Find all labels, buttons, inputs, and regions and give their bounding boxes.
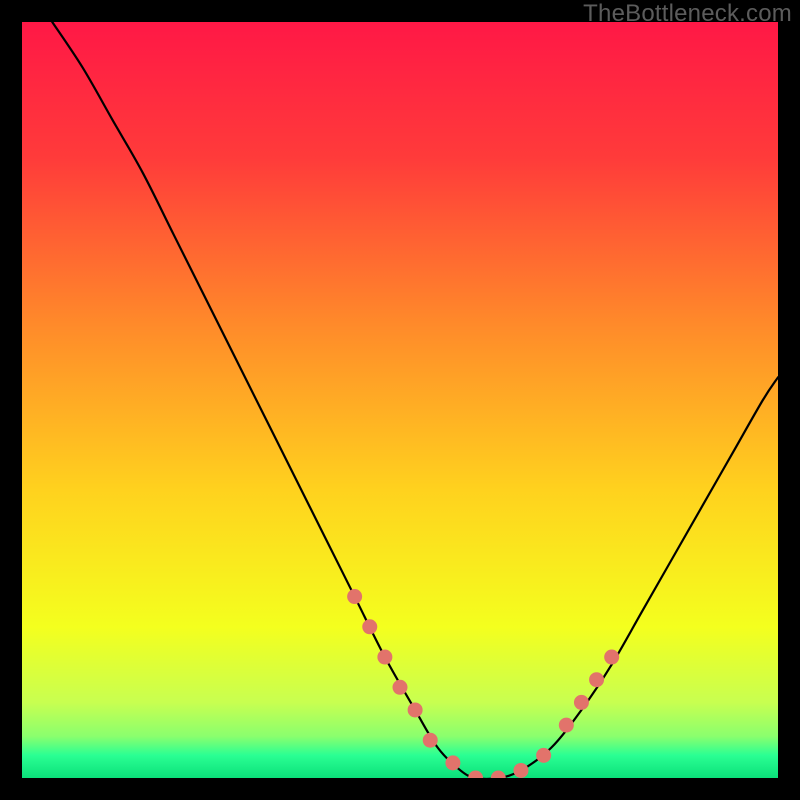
highlight-dot xyxy=(393,680,408,695)
highlight-dot xyxy=(536,748,551,763)
highlight-dot xyxy=(559,718,574,733)
highlight-dot xyxy=(589,672,604,687)
highlight-dot xyxy=(408,702,423,717)
chart-stage: TheBottleneck.com xyxy=(0,0,800,800)
highlight-dot xyxy=(445,755,460,770)
highlight-dot xyxy=(604,650,619,665)
highlight-dot xyxy=(513,763,528,778)
highlight-dot xyxy=(362,619,377,634)
highlight-dot xyxy=(347,589,362,604)
watermark-text: TheBottleneck.com xyxy=(583,0,792,28)
highlight-dot xyxy=(423,733,438,748)
bottleneck-plot xyxy=(22,22,778,778)
highlight-dot xyxy=(574,695,589,710)
highlight-dot xyxy=(377,650,392,665)
plot-background xyxy=(22,22,778,778)
